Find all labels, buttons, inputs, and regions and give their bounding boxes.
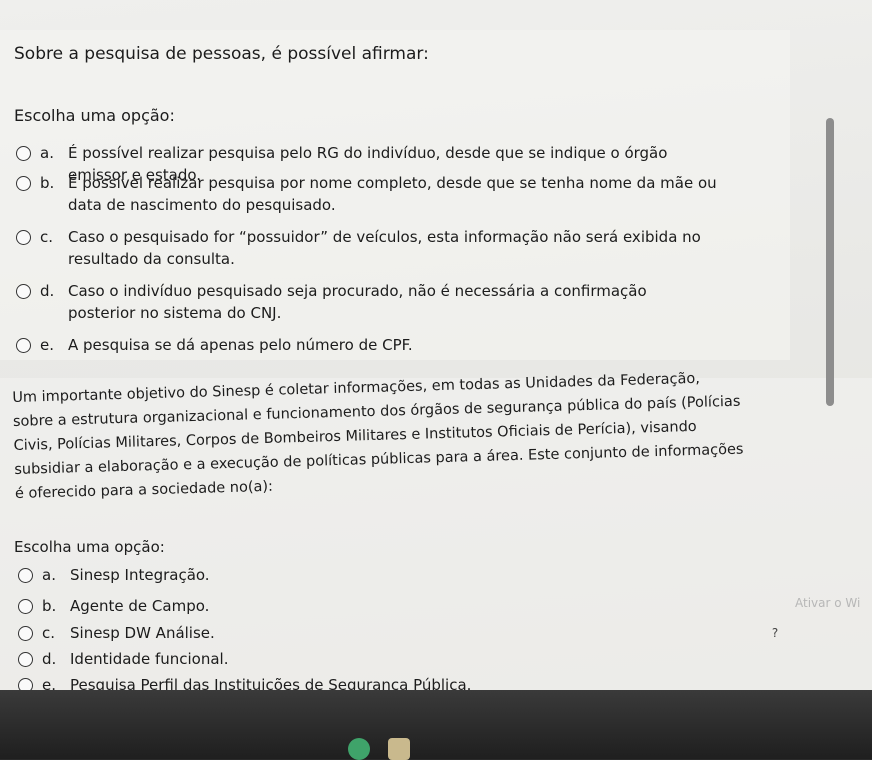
option-letter: b. bbox=[42, 597, 57, 615]
activation-watermark: Ativar o Wi bbox=[795, 596, 861, 610]
radio-button[interactable] bbox=[16, 338, 31, 353]
option-letter: a. bbox=[40, 144, 54, 162]
app-icon[interactable] bbox=[348, 738, 370, 760]
q2-option-a[interactable]: a. Sinesp Integração. bbox=[18, 564, 720, 586]
option-text: Agente de Campo. bbox=[70, 597, 210, 615]
q1-option-b[interactable]: b. É possível realizar pesquisa por nome… bbox=[16, 172, 718, 216]
question-2-prompt: Escolha uma opção: bbox=[14, 538, 165, 556]
question-1-text: Sobre a pesquisa de pessoas, é possível … bbox=[14, 44, 429, 64]
radio-button[interactable] bbox=[18, 652, 33, 667]
radio-button[interactable] bbox=[18, 599, 33, 614]
help-button[interactable]: ? bbox=[766, 624, 784, 642]
scrollbar[interactable] bbox=[826, 118, 834, 406]
q1-option-c[interactable]: c. Caso o pesquisado for “possuidor” de … bbox=[16, 226, 718, 270]
taskbar bbox=[0, 690, 872, 759]
question-1-prompt: Escolha uma opção: bbox=[14, 106, 175, 125]
option-letter: a. bbox=[42, 566, 56, 584]
radio-button[interactable] bbox=[16, 176, 31, 191]
option-letter: c. bbox=[42, 624, 56, 642]
option-letter: d. bbox=[42, 650, 57, 668]
q2-option-b[interactable]: b. Agente de Campo. bbox=[18, 595, 720, 617]
radio-button[interactable] bbox=[16, 284, 31, 299]
option-text: Caso o pesquisado for “possuidor” de veí… bbox=[68, 228, 701, 268]
option-text: Sinesp DW Análise. bbox=[70, 624, 215, 642]
radio-button[interactable] bbox=[16, 146, 31, 161]
option-text: Identidade funcional. bbox=[70, 650, 229, 668]
radio-button[interactable] bbox=[16, 230, 31, 245]
q2-option-c[interactable]: c. Sinesp DW Análise. bbox=[18, 622, 720, 644]
option-letter: d. bbox=[40, 282, 55, 300]
question-2-text: Um importante objetivo do Sinesp é colet… bbox=[12, 370, 744, 502]
option-letter: c. bbox=[40, 228, 54, 246]
option-text: Sinesp Integração. bbox=[70, 566, 210, 584]
app-icon[interactable] bbox=[388, 738, 410, 760]
q1-option-d[interactable]: d. Caso o indivíduo pesquisado seja proc… bbox=[16, 280, 718, 324]
radio-button[interactable] bbox=[18, 626, 33, 641]
option-text: A pesquisa se dá apenas pelo número de C… bbox=[68, 336, 413, 354]
option-letter: b. bbox=[40, 174, 55, 192]
q2-option-d[interactable]: d. Identidade funcional. bbox=[18, 648, 720, 670]
option-text: É possível realizar pesquisa por nome co… bbox=[68, 174, 717, 214]
option-text: Caso o indivíduo pesquisado seja procura… bbox=[68, 282, 647, 322]
q1-option-e[interactable]: e. A pesquisa se dá apenas pelo número d… bbox=[16, 334, 718, 356]
option-letter: e. bbox=[40, 336, 54, 354]
radio-button[interactable] bbox=[18, 568, 33, 583]
